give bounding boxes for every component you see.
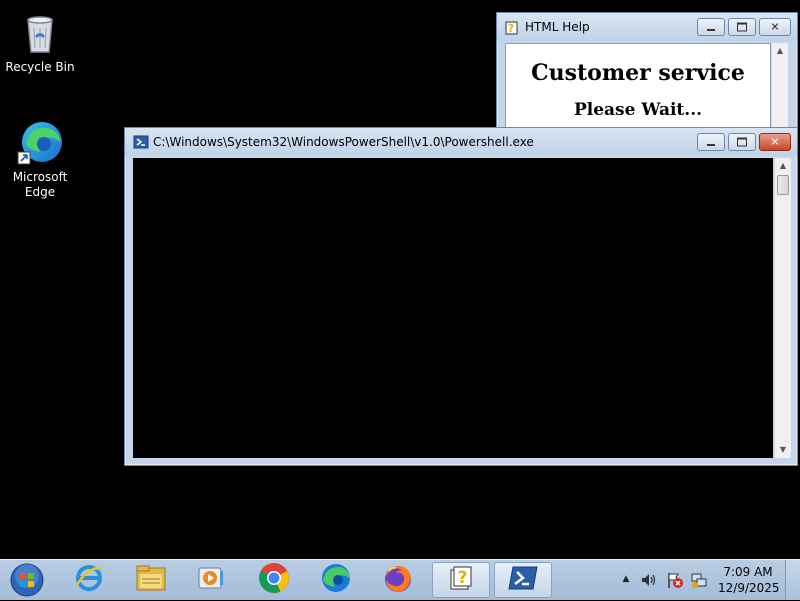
powershell-icon xyxy=(508,565,538,595)
maximize-icon xyxy=(737,22,747,32)
console-scrollbar[interactable]: ▲ ▼ xyxy=(774,158,791,458)
scroll-up-button[interactable]: ▲ xyxy=(772,43,788,59)
taskbar-internet-explorer[interactable] xyxy=(60,562,118,598)
desktop-icon-label: Recycle Bin xyxy=(5,60,75,74)
taskbar-file-explorer[interactable] xyxy=(122,562,180,598)
clock-time: 7:09 AM xyxy=(723,565,773,579)
tray-action-center[interactable] xyxy=(666,571,684,589)
svg-text:?: ? xyxy=(508,22,514,35)
powershell-icon xyxy=(133,134,149,150)
html-help-icon: ? xyxy=(505,19,521,35)
minimize-icon xyxy=(707,144,715,146)
firefox-icon xyxy=(382,562,414,598)
help-heading: Customer service xyxy=(531,60,745,86)
help-message: Please Wait... xyxy=(573,100,703,120)
scroll-up-button[interactable]: ▲ xyxy=(775,158,791,174)
svg-text:?: ? xyxy=(458,568,468,588)
html-help-icon: ? xyxy=(448,565,474,595)
close-icon: ✕ xyxy=(770,135,780,149)
volume-icon xyxy=(640,574,658,593)
close-icon: ✕ xyxy=(770,20,780,34)
start-button[interactable] xyxy=(6,562,50,598)
close-button[interactable]: ✕ xyxy=(759,133,791,151)
taskbar-powershell[interactable] xyxy=(494,562,552,598)
maximize-icon xyxy=(737,137,747,147)
desktop-icon-recycle-bin[interactable]: Recycle Bin xyxy=(0,8,80,75)
file-explorer-icon xyxy=(135,564,167,596)
minimize-button[interactable] xyxy=(697,18,725,36)
edge-icon xyxy=(320,562,352,598)
close-button[interactable]: ✕ xyxy=(759,18,791,36)
flag-alert-icon xyxy=(666,573,684,593)
taskbar-chrome[interactable] xyxy=(245,562,303,598)
edge-icon xyxy=(16,118,64,166)
maximize-button[interactable] xyxy=(728,133,756,151)
scroll-thumb[interactable] xyxy=(777,175,789,195)
taskbar-media-player[interactable] xyxy=(182,562,240,598)
window-title: HTML Help xyxy=(525,20,590,34)
powershell-window[interactable]: C:\Windows\System32\WindowsPowerShell\v1… xyxy=(124,127,798,466)
taskbar: ? ▲ 7:09 AM 12/9/2025 xyxy=(0,559,800,600)
html-help-window[interactable]: ? HTML Help ✕ Customer service Please Wa… xyxy=(496,12,798,144)
maximize-button[interactable] xyxy=(728,18,756,36)
taskbar-html-help[interactable]: ? xyxy=(432,562,490,598)
recycle-bin-icon xyxy=(16,8,64,56)
scroll-down-button[interactable]: ▼ xyxy=(775,442,791,458)
internet-explorer-icon xyxy=(74,563,104,597)
taskbar-edge[interactable] xyxy=(307,562,365,598)
minimize-button[interactable] xyxy=(697,133,725,151)
taskbar-firefox[interactable] xyxy=(369,562,427,598)
tray-clock[interactable]: 7:09 AM 12/9/2025 xyxy=(718,564,780,596)
media-player-icon xyxy=(196,563,226,597)
network-icon xyxy=(690,573,708,593)
html-help-titlebar[interactable]: ? HTML Help ✕ xyxy=(497,13,797,41)
desktop-icon-microsoft-edge[interactable]: Microsoft Edge xyxy=(0,118,80,200)
chevron-up-icon: ▲ xyxy=(622,574,630,584)
tray-overflow-button[interactable]: ▲ xyxy=(620,572,632,586)
show-desktop-button[interactable] xyxy=(785,560,800,600)
tray-volume[interactable] xyxy=(640,571,658,589)
window-title: C:\Windows\System32\WindowsPowerShell\v1… xyxy=(153,135,534,149)
start-orb-icon xyxy=(10,563,44,601)
chrome-icon xyxy=(258,562,290,598)
desktop-icon-label: Microsoft Edge xyxy=(12,170,68,199)
console-area[interactable] xyxy=(133,158,773,458)
powershell-titlebar[interactable]: C:\Windows\System32\WindowsPowerShell\v1… xyxy=(125,128,797,156)
clock-date: 12/9/2025 xyxy=(718,581,780,595)
tray-network[interactable] xyxy=(690,571,708,589)
minimize-icon xyxy=(707,29,715,31)
